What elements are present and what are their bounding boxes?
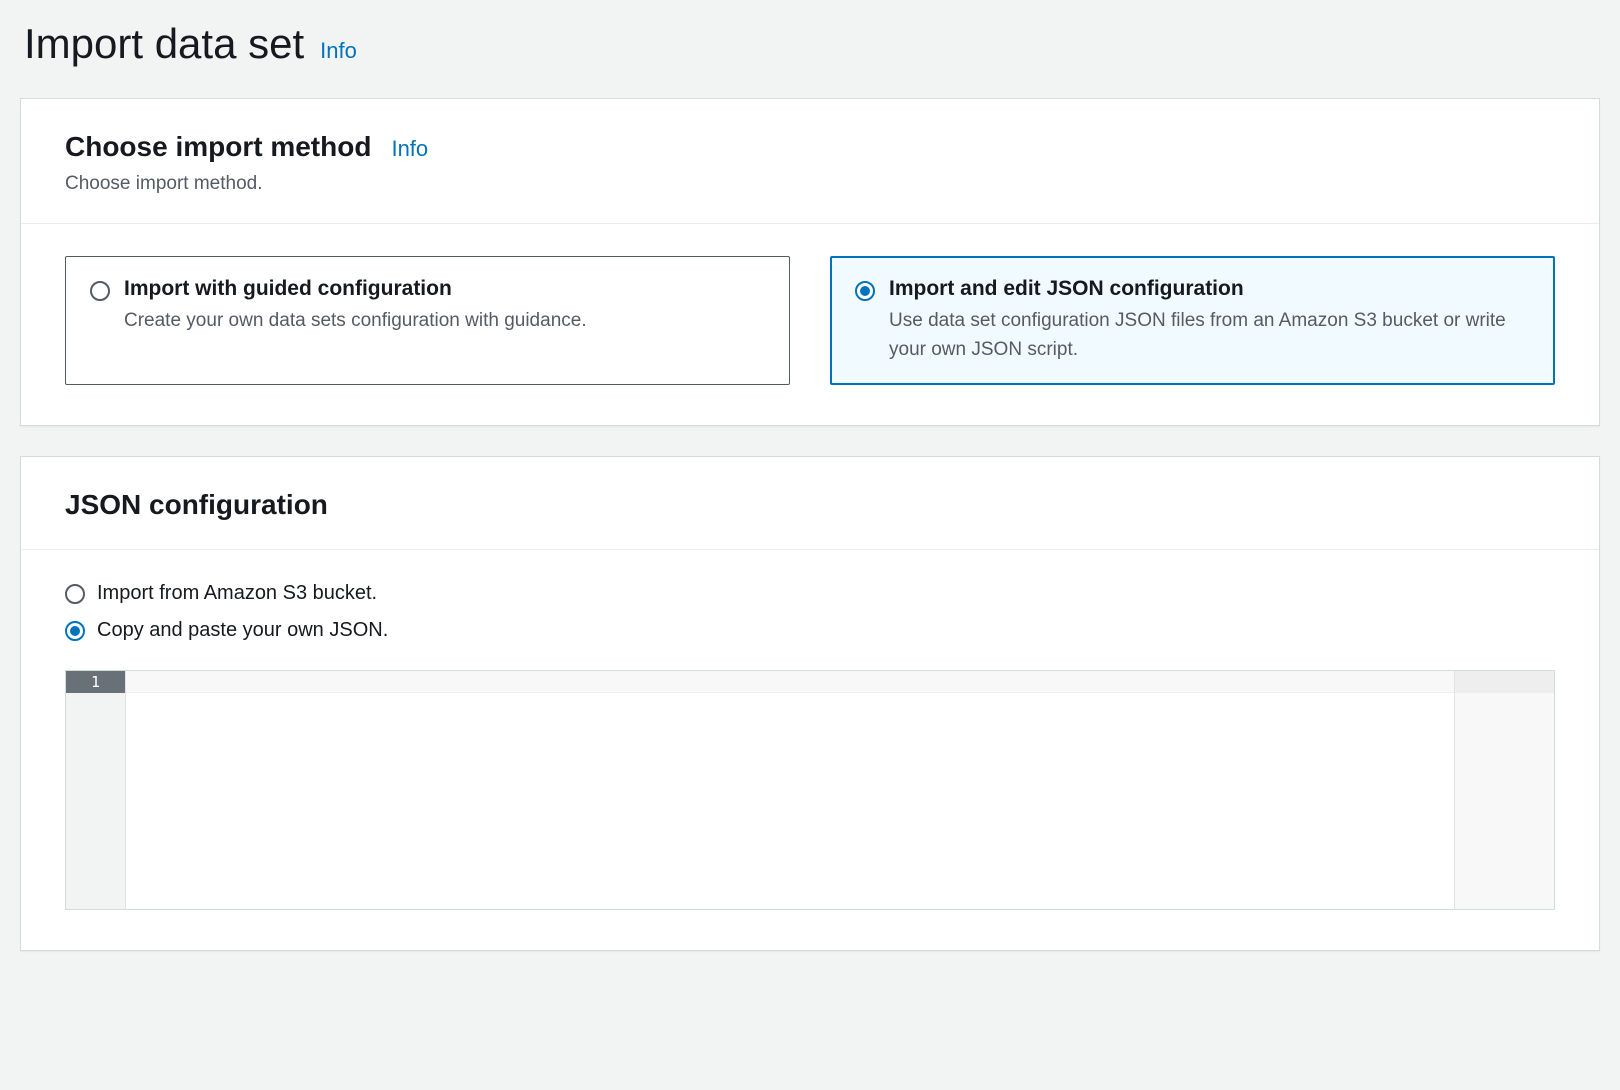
tile-title: Import with guided configuration [124,277,587,301]
option-import-s3[interactable]: Import from Amazon S3 bucket. [65,582,1555,605]
tile-description: Use data set configuration JSON files fr… [889,307,1530,364]
tile-json-configuration[interactable]: Import and edit JSON configuration Use d… [830,256,1555,385]
radio-icon [855,281,875,301]
tile-description: Create your own data sets configuration … [124,307,587,336]
radio-icon [65,584,85,604]
page-info-link[interactable]: Info [320,38,357,64]
line-number: 1 [66,671,125,693]
editor-text-area[interactable] [126,671,1454,909]
json-code-editor[interactable]: 1 [65,670,1555,910]
radio-icon [65,621,85,641]
json-configuration-body: Import from Amazon S3 bucket. Copy and p… [21,549,1599,950]
tile-guided-configuration[interactable]: Import with guided configuration Create … [65,256,790,385]
import-method-body: Import with guided configuration Create … [21,223,1599,425]
json-configuration-header: JSON configuration [21,457,1599,549]
import-method-info-link[interactable]: Info [391,136,428,162]
json-configuration-panel: JSON configuration Import from Amazon S3… [20,456,1600,951]
import-method-panel: Choose import method Info Choose import … [20,98,1600,426]
option-paste-json[interactable]: Copy and paste your own JSON. [65,619,1555,642]
page-title-row: Import data set Info [20,20,1600,68]
page-title: Import data set [24,20,304,68]
import-method-description: Choose import method. [65,173,1555,195]
tile-title: Import and edit JSON configuration [889,277,1530,301]
json-configuration-title: JSON configuration [65,489,1555,521]
json-source-options: Import from Amazon S3 bucket. Copy and p… [65,582,1555,642]
import-method-tiles: Import with guided configuration Create … [65,256,1555,385]
active-line-highlight [126,671,1454,693]
option-label: Import from Amazon S3 bucket. [97,582,377,605]
editor-scrollbar[interactable] [1454,671,1554,909]
radio-icon [90,281,110,301]
option-label: Copy and paste your own JSON. [97,619,388,642]
import-method-title: Choose import method [65,131,371,163]
editor-gutter: 1 [66,671,126,909]
import-method-header: Choose import method Info Choose import … [21,99,1599,223]
